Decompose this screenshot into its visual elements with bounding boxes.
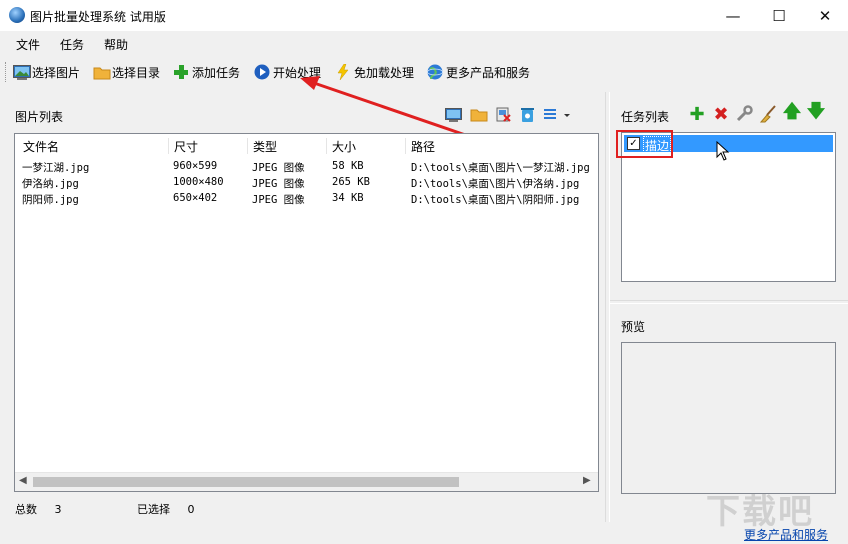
select-directory-button[interactable]: 选择目录 — [93, 62, 160, 82]
cell-filename: 一梦江湖.jpg — [22, 162, 90, 174]
toolbar-grip[interactable] — [5, 62, 9, 82]
picture-icon — [13, 64, 31, 80]
cell-filename: 阴阳师.jpg — [22, 194, 79, 206]
total-label: 总数 — [15, 503, 37, 516]
scroll-right-icon[interactable]: ▶ — [583, 475, 591, 486]
status-total: 总数 3 — [15, 501, 62, 517]
horizontal-splitter[interactable] — [610, 300, 848, 304]
preview-title: 预览 — [621, 320, 646, 334]
table-row[interactable]: 伊洛纳.jpg 1000×480 JPEG 图像 265 KB D:\tools… — [15, 176, 598, 192]
window-title: 图片批量处理系统 试用版 — [30, 10, 166, 24]
cell-path: D:\tools\桌面\图片\阴阳师.jpg — [411, 194, 580, 206]
move-up-icon[interactable]: 🡅 — [782, 101, 802, 124]
column-type[interactable]: 类型 — [249, 138, 327, 154]
cell-filesize: 58 KB — [332, 160, 364, 172]
menu-task[interactable]: 任务 — [60, 36, 84, 53]
table-row[interactable]: 阴阳师.jpg 650×402 JPEG 图像 34 KB D:\tools\桌… — [15, 192, 598, 208]
table-row[interactable]: 一梦江湖.jpg 960×599 JPEG 图像 58 KB D:\tools\… — [15, 160, 598, 176]
cell-size: 1000×480 — [173, 176, 224, 188]
preview-area — [621, 342, 836, 494]
cell-path: D:\tools\桌面\图片\一梦江湖.jpg — [411, 162, 590, 174]
move-down-icon[interactable]: 🡇 — [806, 101, 826, 124]
image-list-header: 文件名 尺寸 类型 大小 路径 — [15, 134, 598, 156]
column-path[interactable]: 路径 — [407, 138, 596, 154]
cell-filesize: 34 KB — [332, 192, 364, 204]
mouse-cursor-icon — [716, 141, 730, 161]
column-size[interactable]: 尺寸 — [170, 138, 248, 154]
column-filesize[interactable]: 大小 — [328, 138, 406, 154]
cell-size: 650×402 — [173, 192, 218, 204]
delete-task-icon[interactable]: ✖ — [711, 104, 731, 125]
column-filename[interactable]: 文件名 — [19, 138, 169, 154]
cell-size: 960×599 — [173, 160, 218, 172]
selected-value: 0 — [187, 503, 195, 516]
menu-help[interactable]: 帮助 — [104, 36, 128, 53]
list-view-icon[interactable] — [543, 106, 570, 123]
image-list[interactable]: 文件名 尺寸 类型 大小 路径 一梦江湖.jpg 960×599 JPEG 图像… — [14, 133, 599, 492]
folder-icon — [93, 64, 111, 80]
cell-filename: 伊洛纳.jpg — [22, 178, 79, 190]
menu-file[interactable]: 文件 — [16, 36, 40, 53]
cell-type: JPEG 图像 — [252, 178, 305, 190]
close-button[interactable]: ✕ — [802, 0, 848, 31]
cell-type: JPEG 图像 — [252, 162, 305, 174]
app-logo-icon — [9, 7, 25, 23]
cell-type: JPEG 图像 — [252, 194, 305, 206]
select-images-button[interactable]: 选择图片 — [13, 62, 80, 82]
plus-icon — [173, 64, 189, 80]
clear-list-icon[interactable] — [519, 106, 536, 123]
more-products-link[interactable]: 更多产品和服务 — [744, 526, 828, 543]
annotation-highlight-box — [616, 130, 673, 158]
remove-image-icon[interactable] — [495, 106, 512, 123]
select-directory-label: 选择目录 — [112, 65, 161, 80]
horizontal-scrollbar[interactable]: ◀ ▶ — [15, 472, 598, 491]
add-task-icon[interactable]: ✚ — [687, 104, 707, 125]
task-list-title: 任务列表 — [621, 110, 670, 124]
scroll-left-icon[interactable]: ◀ — [19, 475, 27, 486]
open-folder-icon[interactable] — [470, 106, 488, 123]
wrench-icon[interactable] — [734, 104, 754, 124]
maximize-button[interactable]: ☐ — [756, 0, 802, 31]
image-list-title: 图片列表 — [15, 110, 64, 124]
selected-label: 已选择 — [137, 503, 170, 516]
total-value: 3 — [54, 503, 62, 516]
broom-icon[interactable] — [758, 104, 778, 124]
play-icon — [254, 64, 270, 80]
vertical-splitter[interactable] — [605, 92, 610, 522]
view-thumbnail-icon[interactable] — [445, 106, 462, 123]
minimize-button[interactable]: — — [710, 0, 756, 31]
cell-filesize: 265 KB — [332, 176, 370, 188]
add-task-label: 添加任务 — [192, 65, 241, 80]
add-task-button[interactable]: 添加任务 — [173, 62, 240, 82]
select-images-label: 选择图片 — [32, 65, 81, 80]
scrollbar-thumb[interactable] — [33, 477, 459, 487]
status-selected: 已选择 0 — [137, 501, 195, 517]
cell-path: D:\tools\桌面\图片\伊洛纳.jpg — [411, 178, 580, 190]
